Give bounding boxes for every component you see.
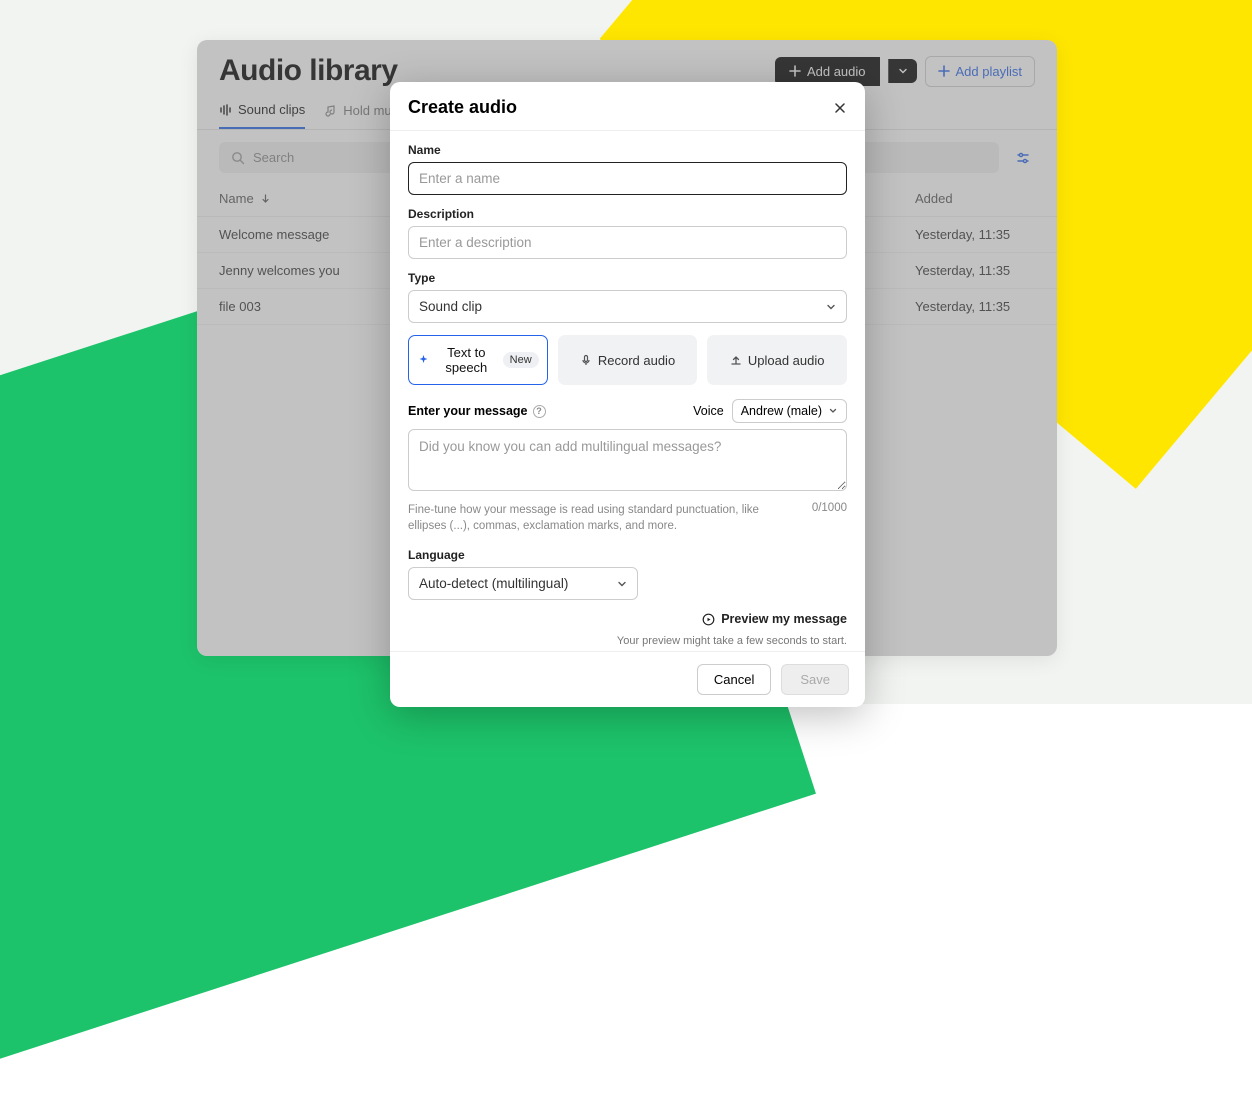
message-textarea[interactable]: [408, 429, 847, 491]
voice-value: Andrew (male): [741, 404, 822, 418]
cell-added: Yesterday, 11:35: [915, 227, 1035, 242]
microphone-icon: [580, 354, 592, 366]
mode-label: Upload audio: [748, 353, 825, 368]
language-select[interactable]: Auto-detect (multilingual): [408, 567, 638, 600]
filter-sliders-button[interactable]: [1011, 146, 1035, 170]
message-hint: Fine-tune how your message is read using…: [408, 502, 796, 534]
plus-icon: [938, 65, 950, 77]
language-label: Language: [408, 548, 847, 562]
music-note-icon: [325, 104, 338, 117]
message-label: Enter your message: [408, 404, 528, 418]
mode-label: Text to speech: [436, 345, 497, 375]
chevron-down-icon: [828, 406, 838, 416]
chevron-down-icon: [616, 578, 628, 590]
save-button[interactable]: Save: [781, 664, 849, 695]
name-label: Name: [408, 143, 847, 157]
add-audio-dropdown-button[interactable]: [888, 59, 917, 83]
tab-label: Sound clips: [238, 102, 305, 117]
help-icon[interactable]: ?: [533, 405, 546, 418]
character-counter: 0/1000: [812, 502, 847, 534]
page-title: Audio library: [219, 54, 398, 88]
preview-link-label: Preview my message: [721, 612, 847, 626]
voice-select[interactable]: Andrew (male): [732, 399, 847, 423]
add-playlist-label: Add playlist: [956, 64, 1022, 79]
plus-icon: [789, 65, 801, 77]
sort-down-icon: [261, 194, 270, 203]
sliders-icon: [1015, 150, 1031, 166]
search-icon: [231, 151, 245, 165]
cell-added: Yesterday, 11:35: [915, 299, 1035, 314]
add-audio-label: Add audio: [807, 64, 866, 79]
modal-title: Create audio: [408, 97, 517, 118]
mode-record-audio[interactable]: Record audio: [558, 335, 698, 385]
tab-sound-clips[interactable]: Sound clips: [219, 102, 305, 129]
mode-upload-audio[interactable]: Upload audio: [707, 335, 847, 385]
soundwave-icon: [219, 103, 233, 117]
new-badge: New: [503, 352, 539, 368]
description-label: Description: [408, 207, 847, 221]
voice-label: Voice: [693, 404, 724, 418]
name-input[interactable]: [408, 162, 847, 195]
create-audio-modal: Create audio Name Description Type Sound…: [390, 82, 865, 707]
cell-added: Yesterday, 11:35: [915, 263, 1035, 278]
upload-icon: [730, 354, 742, 366]
cancel-button[interactable]: Cancel: [697, 664, 771, 695]
col-added[interactable]: Added: [915, 191, 1035, 206]
type-label: Type: [408, 271, 847, 285]
preview-hint: Your preview might take a few seconds to…: [408, 635, 847, 647]
preview-message-button[interactable]: Preview my message: [702, 612, 847, 626]
search-placeholder: Search: [253, 150, 294, 165]
close-button[interactable]: [833, 101, 847, 115]
add-playlist-button[interactable]: Add playlist: [925, 56, 1035, 87]
col-name-label: Name: [219, 191, 254, 206]
mode-label: Record audio: [598, 353, 675, 368]
sparkle-icon: [417, 354, 430, 367]
description-input[interactable]: [408, 226, 847, 259]
type-select[interactable]: Sound clip: [408, 290, 847, 323]
chevron-down-icon: [898, 66, 908, 76]
play-circle-icon: [702, 613, 715, 626]
mode-text-to-speech[interactable]: Text to speech New: [408, 335, 548, 385]
close-icon: [833, 101, 847, 115]
